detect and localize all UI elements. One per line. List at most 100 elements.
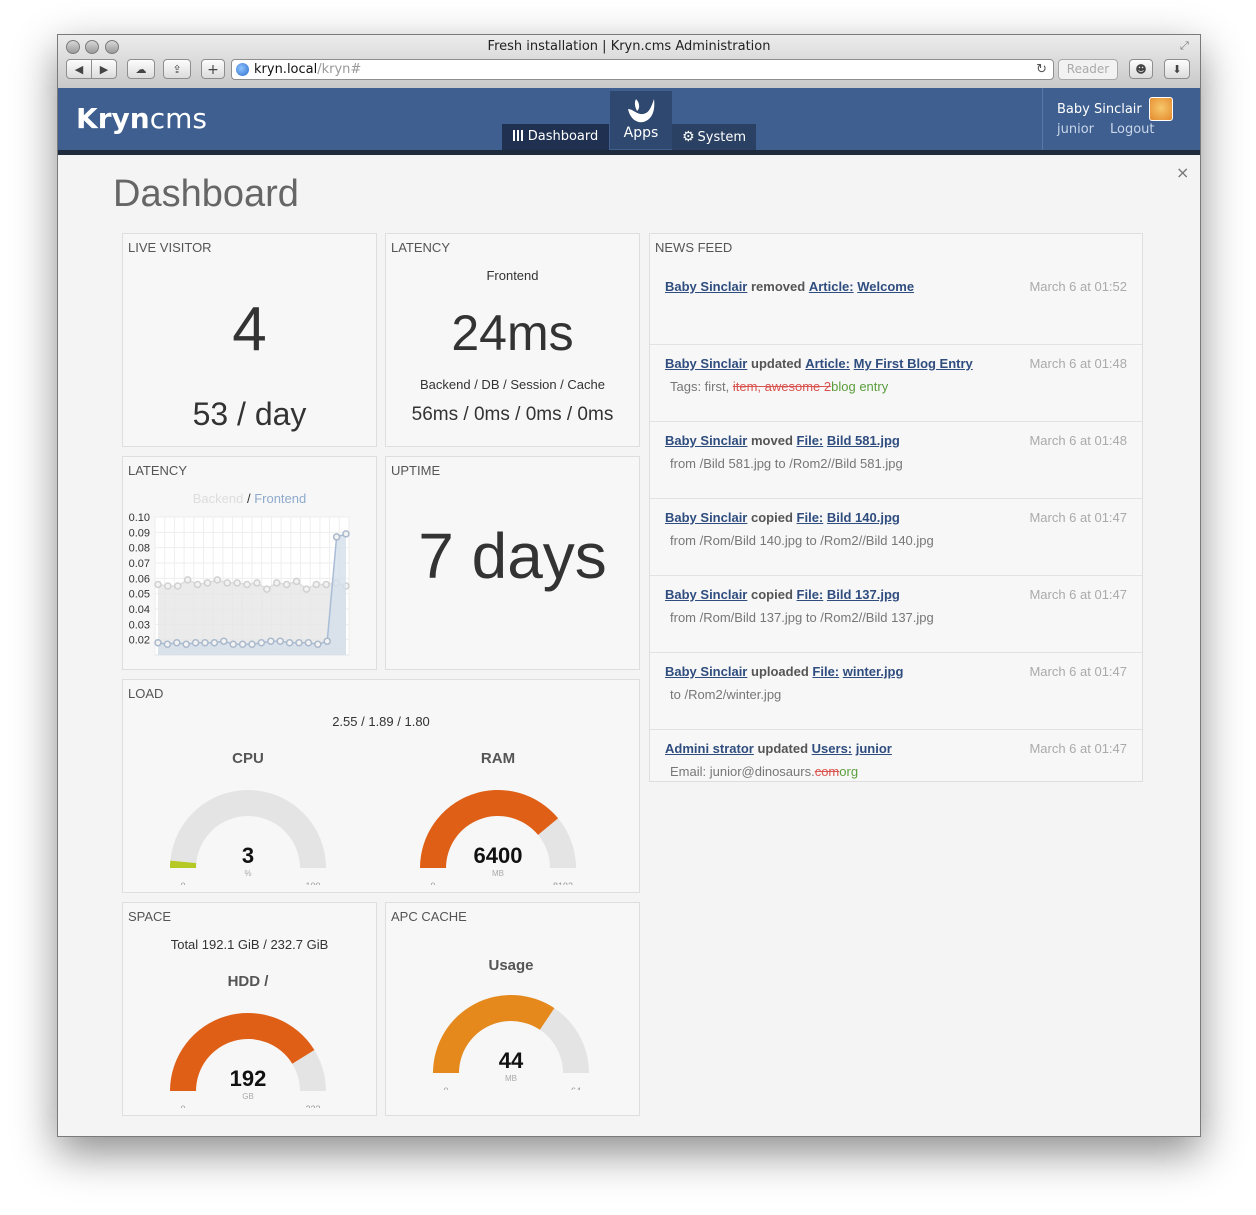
feed-target-link[interactable]: My First Blog Entry (854, 356, 973, 371)
data-point[interactable] (248, 640, 256, 649)
data-point[interactable] (164, 582, 172, 590)
data-point[interactable] (342, 530, 350, 538)
data-point[interactable] (229, 640, 237, 649)
feed-user-link[interactable]: Baby Sinclair (665, 587, 747, 602)
gauge-value: 192 (230, 1066, 267, 1091)
data-point[interactable] (182, 640, 190, 649)
feed-target-link[interactable]: junior (856, 741, 892, 756)
data-point[interactable] (304, 638, 313, 647)
share-button[interactable]: ⇪ (163, 59, 191, 79)
feed-type-link[interactable]: File: (797, 587, 824, 602)
feed-target-link[interactable]: winter.jpg (843, 664, 904, 679)
data-point[interactable] (210, 638, 219, 647)
data-point[interactable] (282, 580, 291, 589)
data-point[interactable] (295, 638, 303, 647)
feed-type-link[interactable]: Article: (805, 356, 850, 371)
data-point[interactable] (263, 585, 271, 593)
feed-type-link[interactable]: Users: (812, 741, 852, 756)
feed-type-link[interactable]: File: (812, 664, 839, 679)
data-point[interactable] (314, 640, 322, 649)
data-point[interactable] (174, 582, 182, 590)
cpu-gauge: 3% 0 100 (170, 790, 326, 885)
logout-link[interactable]: Logout (1110, 122, 1155, 137)
new-tab-button[interactable]: + (201, 59, 225, 79)
data-point[interactable] (332, 533, 341, 541)
feed-verb: updated (757, 741, 809, 756)
data-point[interactable] (272, 579, 281, 587)
data-point[interactable] (322, 580, 330, 589)
tab-apps[interactable]: Apps (610, 91, 672, 149)
feed-detail: from /Bild 581.jpg to /Rom2//Bild 581.jp… (670, 456, 903, 471)
feed-user-link[interactable]: Baby Sinclair (665, 279, 747, 294)
feed-target-link[interactable]: Welcome (857, 279, 914, 294)
y-tick-label: 0.04 (129, 604, 150, 616)
data-point[interactable] (191, 638, 200, 647)
feed-verb: removed (751, 279, 806, 294)
gauge-max: 100 (305, 881, 320, 885)
kryn-logo[interactable]: Kryncms (76, 102, 207, 135)
icloud-tabs-button[interactable]: ☁ (127, 59, 155, 79)
data-point[interactable] (292, 577, 301, 586)
data-point[interactable] (238, 640, 247, 649)
list-item: Baby Sinclair moved File: Bild 581.jpg Ma… (650, 421, 1142, 499)
data-point[interactable] (285, 638, 294, 647)
data-point[interactable] (154, 580, 162, 589)
page-title: Dashboard (113, 173, 299, 215)
feed-date: March 6 at 01:47 (1029, 510, 1127, 525)
forward-button[interactable]: ▶ (91, 59, 117, 79)
tab-system[interactable]: ⚙ System (672, 124, 756, 150)
data-point[interactable] (233, 579, 241, 587)
data-point[interactable] (173, 638, 181, 647)
data-point[interactable] (253, 579, 261, 587)
feed-type-link[interactable]: File: (797, 510, 824, 525)
data-point[interactable] (267, 637, 275, 645)
data-point[interactable] (163, 640, 172, 649)
window-title: Fresh installation | Kryn.cms Administra… (487, 39, 771, 54)
feed-user-link[interactable]: Baby Sinclair (665, 433, 747, 448)
space-panel: SPACE Total 192.1 GiB / 232.7 GiB HDD / … (122, 902, 377, 1116)
panel-title: NEWS FEED (655, 240, 733, 255)
data-point[interactable] (154, 638, 162, 647)
data-point[interactable] (276, 637, 284, 645)
data-point[interactable] (213, 576, 222, 584)
close-icon[interactable]: × (1176, 163, 1189, 182)
feed-target-link[interactable]: Bild 137.jpg (827, 587, 900, 602)
data-point[interactable] (203, 579, 212, 587)
back-button[interactable]: ◀ (66, 59, 92, 79)
reader-button[interactable]: Reader (1058, 59, 1118, 80)
fullscreen-icon[interactable]: ⤢ (1180, 39, 1192, 52)
feed-target-link[interactable]: Bild 140.jpg (827, 510, 900, 525)
gauge-min: 0 (180, 881, 185, 885)
data-point[interactable] (257, 638, 266, 647)
panel-title: LOAD (128, 686, 164, 701)
feed-user-link[interactable]: Admini strator (665, 741, 754, 756)
username-link[interactable]: junior (1057, 122, 1094, 137)
data-point[interactable] (323, 637, 331, 645)
data-point[interactable] (302, 585, 311, 593)
y-tick-label: 0.06 (129, 573, 150, 585)
feed-detail-added: org (839, 764, 859, 779)
feed-type-link[interactable]: File: (797, 433, 824, 448)
gauge-unit: MB (492, 869, 504, 878)
data-point[interactable] (223, 579, 232, 587)
tab-dashboard[interactable]: Dashboard (502, 124, 609, 150)
feed-type-link[interactable]: Article: (809, 279, 854, 294)
data-point[interactable] (220, 637, 228, 645)
extension-button[interactable]: ☻ (1129, 59, 1153, 79)
feed-user-link[interactable]: Baby Sinclair (665, 356, 747, 371)
downloads-button[interactable]: ⬇ (1164, 59, 1190, 79)
gauge-max: 64 (571, 1086, 581, 1090)
feed-user-link[interactable]: Baby Sinclair (665, 510, 747, 525)
data-point[interactable] (243, 580, 251, 589)
data-point[interactable] (193, 580, 202, 589)
feed-target-link[interactable]: Bild 581.jpg (827, 433, 900, 448)
data-point[interactable] (312, 580, 321, 589)
data-point[interactable] (201, 638, 209, 647)
gauge-max: 233 (305, 1104, 320, 1108)
feed-user-link[interactable]: Baby Sinclair (665, 664, 747, 679)
data-point[interactable] (183, 576, 192, 584)
gauge-fill (433, 995, 555, 1073)
browser-toolbar: Fresh installation | Kryn.cms Administra… (58, 35, 1200, 89)
address-bar[interactable]: kryn.local/kryn# ↻ (231, 59, 1054, 80)
reload-icon[interactable]: ↻ (1036, 60, 1047, 79)
